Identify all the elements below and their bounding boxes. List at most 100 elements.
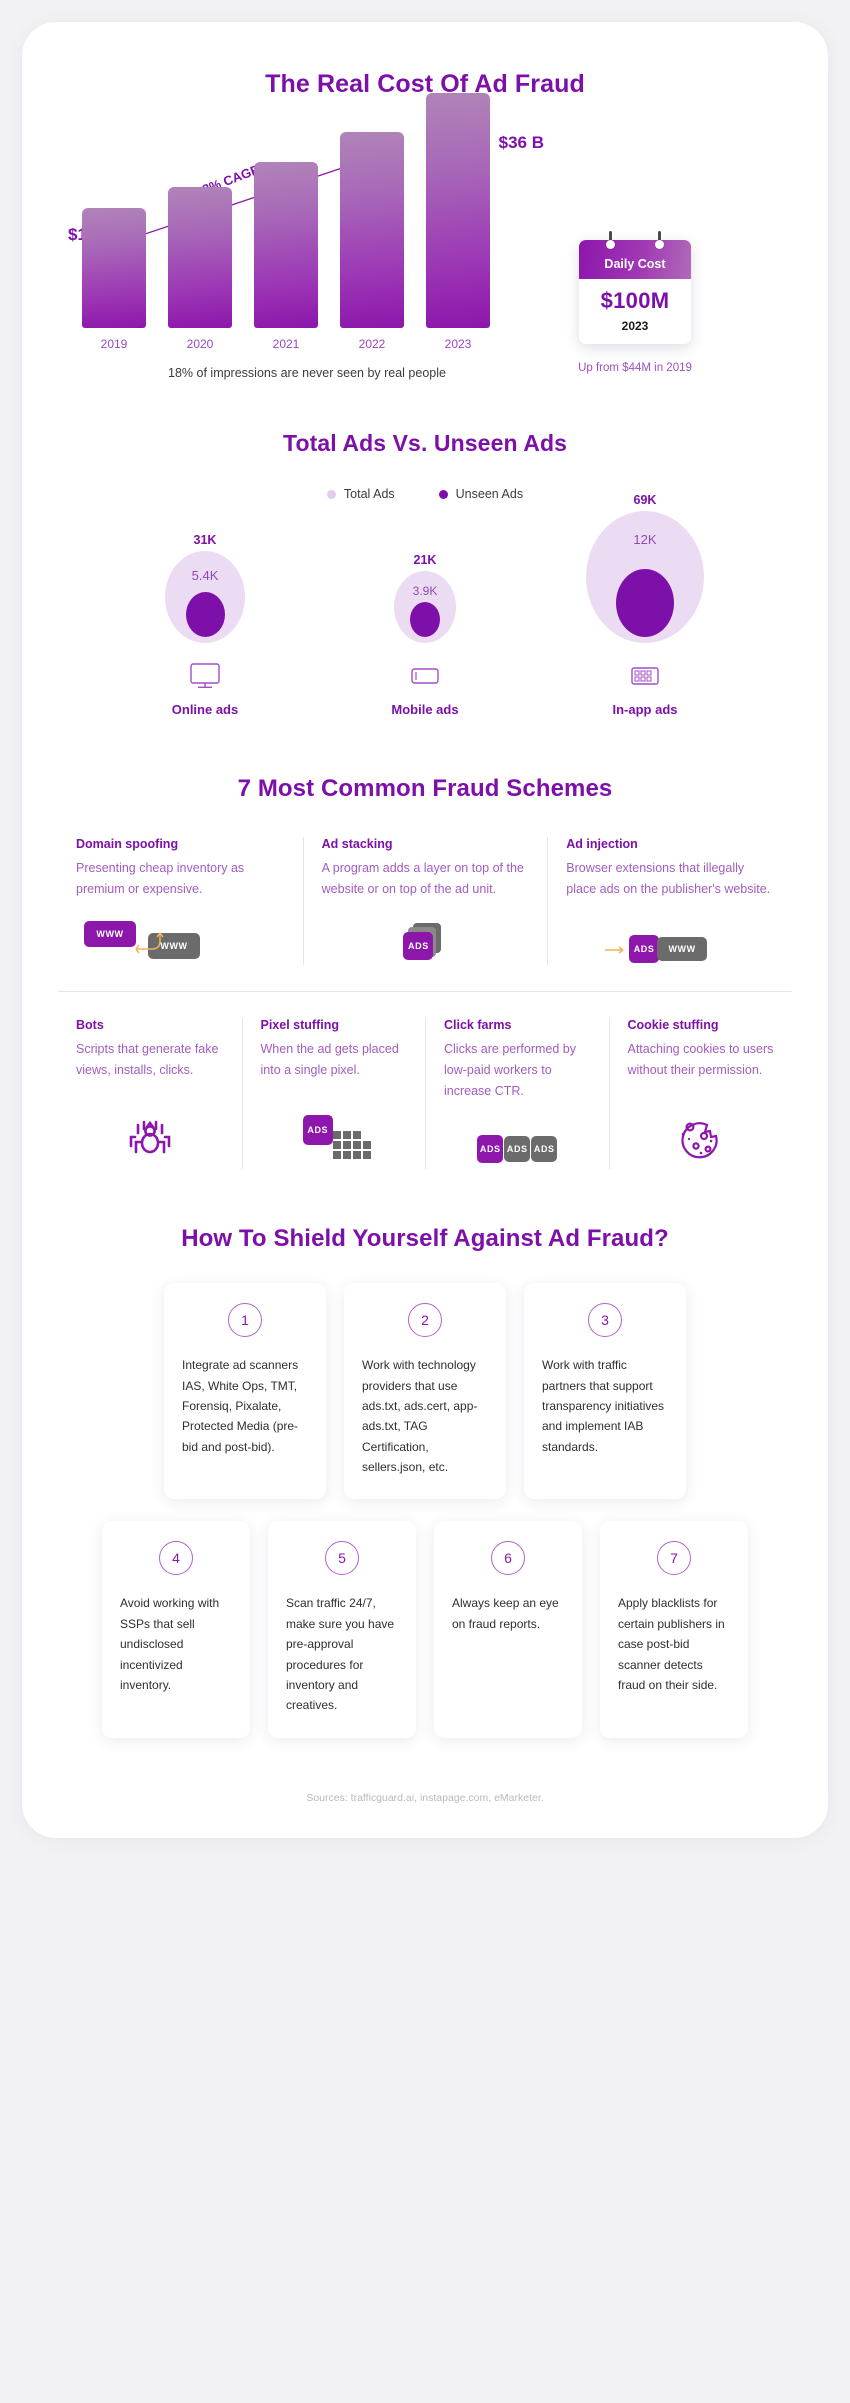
bubble-category-in-app-ads: In-app ads [612, 702, 678, 717]
scheme-title: Domain spoofing [76, 837, 179, 851]
tip-text: Scan traffic 24/7, make sure you have pr… [286, 1596, 395, 1713]
tip-number: 7 [657, 1541, 691, 1576]
bar-label-2022: 2022 [358, 337, 386, 351]
section-title-total-vs-unseen: Total Ads Vs. Unseen Ads [283, 430, 567, 456]
tip-text: Work with traffic partners that support … [542, 1358, 665, 1454]
bubble-outer-online: 5.4K [165, 551, 245, 643]
bubble-unseen-label-online: 5.4K [191, 567, 219, 583]
scheme-title: Pixel stuffing [260, 1018, 339, 1033]
daily-cost-year: 2023 [621, 319, 649, 333]
bubble-total-online: 31K [193, 533, 217, 547]
bubble-outer-in-app: 12K [586, 511, 704, 643]
bar-col-2020: 2020 [168, 187, 232, 351]
tip-card-6: 6 Always keep an eye on fraud reports. [434, 1521, 582, 1738]
daily-cost-amount: $100M [600, 288, 670, 313]
scheme-click-farms: Click farms Clicks are performed by low-… [425, 1018, 609, 1170]
bubble-inner-online [185, 592, 225, 637]
chip-ads: ADS [629, 935, 660, 964]
bar-label-2021: 2021 [272, 337, 300, 351]
section-shield-yourself: How To Shield Yourself Against Ad Fraud?… [22, 1225, 828, 1804]
scheme-title: Bots [76, 1018, 104, 1033]
tip-card-2: 2 Work with technology providers that us… [344, 1283, 506, 1500]
tip-number: 1 [228, 1303, 262, 1338]
legend-label-total-ads: Total Ads [343, 487, 395, 501]
spider-bot-icon [76, 1093, 224, 1163]
tip-number: 5 [325, 1541, 359, 1576]
scheme-desc: When the ad gets placed into a single pi… [260, 1042, 399, 1077]
scheme-desc: A program adds a layer on top of the web… [321, 861, 524, 896]
www-swap-icon: WWW WWW [76, 899, 285, 965]
scheme-ad-stacking: Ad stacking A program adds a layer on to… [302, 837, 548, 966]
tip-text: Integrate ad scanners IAS, White Ops, TM… [182, 1358, 299, 1454]
tip-number: 2 [408, 1303, 442, 1338]
stacked-ads-icon: ADS [322, 903, 530, 965]
scheme-domain-spoofing: Domain spoofing Presenting cheap invento… [58, 837, 303, 965]
swap-arrows-icon [135, 932, 164, 954]
tip-number: 4 [159, 1541, 193, 1576]
chip-www-purple: WWW [84, 921, 136, 948]
daily-cost-card: Daily Cost $100M 2023 Up from $44M in 20… [522, 228, 722, 380]
daily-cost-header: Daily Cost [579, 240, 691, 279]
legend-item-unseen-ads: Unseen Ads [438, 487, 524, 501]
bubble-category-mobile-ads: Mobile ads [391, 702, 459, 717]
scheme-bots: Bots Scripts that generate fake views, i… [58, 1018, 242, 1169]
cookie-icon [628, 1095, 775, 1163]
tablet-icon [411, 661, 439, 691]
scheme-ad-injection: Ad injection Browser extensions that ill… [547, 837, 792, 966]
chip-ads-1: ADS [477, 1135, 504, 1164]
scheme-pixel-stuffing: Pixel stuffing When the ad gets placed i… [241, 1018, 426, 1170]
bubble-unseen-label-mobile: 3.9K [412, 583, 438, 598]
bubble-unseen-label-in-app: 12K [633, 532, 657, 548]
bar-chart: 17.8% CAGR $18B $36 B 2019 2020 2021 [62, 93, 544, 380]
tip-text: Avoid working with SSPs that sell undisc… [120, 1596, 220, 1693]
scheme-cookie-stuffing: Cookie stuffing Attaching cookies to use… [608, 1018, 793, 1170]
chip-ads: ADS [403, 932, 434, 961]
bar-col-2021: 2021 [254, 162, 318, 351]
legend-swatch-total-ads [326, 489, 336, 499]
calendar-rings-icon [579, 231, 691, 249]
bar-label-2019: 2019 [100, 337, 128, 351]
scheme-desc: Presenting cheap inventory as premium or… [76, 861, 245, 896]
scheme-desc: Attaching cookies to users without their… [627, 1042, 774, 1077]
section-total-vs-unseen: Total Ads Vs. Unseen Ads Total Ads Unsee… [22, 424, 828, 717]
bar-2023 [426, 93, 490, 328]
bar-col-2022: 2022 [340, 132, 404, 351]
section-real-cost: The Real Cost Of Ad Fraud 17.8% CAGR $18… [22, 22, 828, 380]
tip-card-3: 3 Work with traffic partners that suppor… [524, 1283, 686, 1500]
bubble-total-mobile: 21K [413, 553, 437, 567]
daily-cost-body: $100M 2023 [579, 279, 691, 344]
app-grid-icon [631, 661, 659, 691]
bars-container: 2019 2020 2021 2022 2023 [82, 93, 522, 351]
tip-text: Always keep an eye on fraud reports. [452, 1596, 559, 1631]
three-ads-icon: ADS ADS ADS [444, 1101, 591, 1164]
bar-label-2020: 2020 [186, 337, 214, 351]
bubble-col-in-app-ads: 69K 12K In-app ads [555, 493, 735, 717]
tip-card-7: 7 Apply blacklists for certain publisher… [600, 1521, 748, 1738]
bubble-col-mobile-ads: 21K 3.9K Mobile ads [335, 553, 515, 717]
infographic-card: The Real Cost Of Ad Fraud 17.8% CAGR $18… [22, 22, 828, 1838]
legend-label-unseen-ads: Unseen Ads [455, 487, 524, 501]
bubble-inner-mobile [410, 602, 440, 637]
bar-col-2019: 2019 [82, 208, 146, 351]
fraud-scheme-row-1: Domain spoofing Presenting cheap invento… [58, 837, 792, 966]
legend-item-total-ads: Total Ads [326, 487, 395, 501]
bubble-col-online-ads: 31K 5.4K Online ads [115, 533, 295, 717]
cost-chart-row: 17.8% CAGR $18B $36 B 2019 2020 2021 [62, 93, 788, 380]
page-title: The Real Cost Of Ad Fraud [265, 70, 585, 98]
tip-text: Apply blacklists for certain publishers … [618, 1596, 725, 1693]
scheme-title: Ad injection [566, 837, 638, 851]
pixel-grid-icon: ADS [261, 1095, 408, 1163]
bar-2019 [82, 208, 146, 328]
tip-text: Work with technology providers that use … [362, 1358, 478, 1475]
fraud-scheme-row-2: Bots Scripts that generate fake views, i… [58, 991, 793, 1170]
chip-www: WWW [657, 937, 708, 962]
calendar-widget: Daily Cost $100M 2023 [579, 231, 691, 344]
bar-label-2023: 2023 [444, 337, 472, 351]
bubble-total-in-app: 69K [633, 493, 657, 507]
tip-card-4: 4 Avoid working with SSPs that sell undi… [102, 1521, 250, 1738]
tip-number: 3 [588, 1303, 622, 1338]
tips-row-2: 4 Avoid working with SSPs that sell undi… [58, 1521, 792, 1738]
daily-cost-caption: Up from $44M in 2019 [578, 362, 692, 374]
bubble-outer-mobile: 3.9K [394, 571, 456, 643]
tip-card-1: 1 Integrate ad scanners IAS, White Ops, … [164, 1283, 326, 1500]
